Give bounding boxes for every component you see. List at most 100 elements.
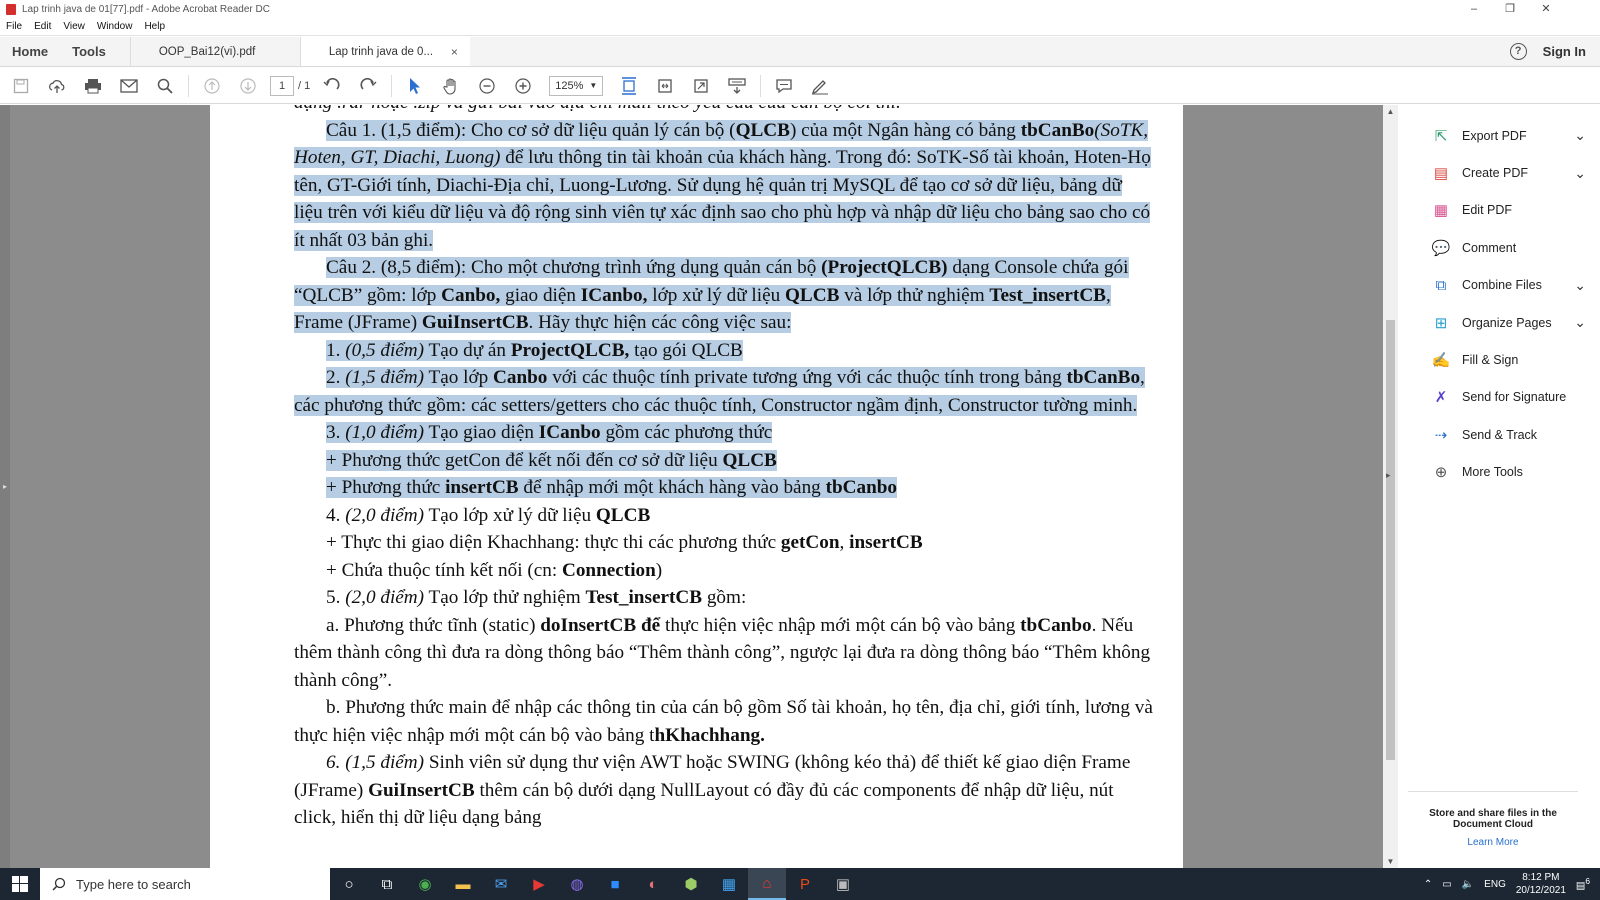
- fit-page-icon[interactable]: [616, 73, 642, 99]
- chevron-down-icon[interactable]: ⌄: [1574, 127, 1586, 144]
- zoom-out-icon[interactable]: [474, 73, 500, 99]
- chrome-icon[interactable]: ◉: [406, 868, 444, 900]
- notification-count: 6: [1585, 876, 1590, 887]
- volume-icon[interactable]: 🔈: [1462, 879, 1474, 890]
- tool-combine-files[interactable]: ⧉ Combine Files ⌄: [1398, 267, 1600, 304]
- select-cursor-icon[interactable]: [402, 73, 428, 99]
- chevron-down-icon[interactable]: ⌄: [1574, 165, 1586, 182]
- tool-create-pdf[interactable]: ▤ Create PDF ⌄: [1398, 154, 1600, 191]
- print-icon[interactable]: [80, 73, 106, 99]
- pdf-content: dạng .rar hoặc .zip và gửi bài vào địa c…: [294, 105, 1154, 832]
- messenger-icon[interactable]: ◍: [558, 868, 596, 900]
- zoom-level-select[interactable]: 125% ▼: [549, 75, 604, 96]
- upload-cloud-icon[interactable]: [44, 73, 70, 99]
- save-icon[interactable]: [8, 73, 34, 99]
- menu-view[interactable]: View: [57, 21, 91, 32]
- tab-tools[interactable]: Tools: [60, 37, 130, 66]
- powerpoint-icon[interactable]: P: [786, 868, 824, 900]
- close-window-button[interactable]: ✕: [1528, 0, 1564, 18]
- vertical-scrollbar[interactable]: ▲ ▼: [1383, 105, 1398, 868]
- app-icon[interactable]: ⬢: [672, 868, 710, 900]
- tool-organize-pages[interactable]: ⊞ Organize Pages ⌄: [1398, 304, 1600, 341]
- calendar-icon[interactable]: ▦: [710, 868, 748, 900]
- right-pane-toggle[interactable]: ▸: [1386, 470, 1391, 481]
- hand-tool-icon[interactable]: [438, 73, 464, 99]
- restore-button[interactable]: ❐: [1492, 0, 1528, 18]
- zoom-in-icon[interactable]: [510, 73, 536, 99]
- help-icon[interactable]: ?: [1509, 43, 1527, 60]
- chevron-down-icon: ▼: [589, 81, 598, 90]
- tab-document-active[interactable]: Lap trinh java de 0... ×: [299, 37, 470, 66]
- tab-document-label: Lap trinh java de 0...: [328, 45, 434, 58]
- scrollbar-thumb[interactable]: [1386, 320, 1395, 760]
- notification-icon[interactable]: ▤6: [1576, 876, 1590, 891]
- pdf-paragraph: b. Phương thức main để nhập các thông ti…: [294, 694, 1154, 749]
- minimize-button[interactable]: –: [1456, 0, 1492, 18]
- next-page-icon[interactable]: [235, 73, 261, 99]
- tab-bar: Home Tools OOP_Bai12(vi).pdf Lap trinh j…: [0, 37, 1600, 67]
- page-number-input[interactable]: 1: [270, 75, 294, 96]
- highlight-pen-icon[interactable]: [807, 73, 833, 99]
- close-tab-icon[interactable]: ×: [451, 45, 458, 59]
- clock-date: 20/12/2021: [1515, 885, 1566, 896]
- menu-help[interactable]: Help: [138, 21, 171, 32]
- tool-send-track[interactable]: ⇢ Send & Track: [1398, 416, 1600, 453]
- email-icon[interactable]: [116, 73, 142, 99]
- scroll-up-icon[interactable]: ▲: [1383, 107, 1398, 116]
- document-viewer[interactable]: ▸ dạng .rar hoặc .zip và gửi bài vào địa…: [0, 105, 1385, 868]
- pdf-paragraph: 2. (1,5 điểm) Tạo lớp Canbo với các thuộ…: [294, 364, 1154, 419]
- pdf-paragraph-text: 4. (2,0 điểm) Tạo lớp xử lý dữ liệu QLCB: [326, 504, 651, 526]
- tool-label: Send for Signature: [1462, 390, 1567, 405]
- tool-more-tools[interactable]: ⊕ More Tools: [1398, 454, 1600, 491]
- windows-start-icon[interactable]: [0, 868, 40, 900]
- full-screen-icon[interactable]: [688, 73, 714, 99]
- tool-fill-sign[interactable]: ✍ Fill & Sign: [1398, 341, 1600, 378]
- tab-document-oop[interactable]: OOP_Bai12(vi).pdf: [129, 37, 300, 66]
- pdf-paragraph: 5. (2,0 điểm) Tạo lớp thử nghiệm Test_in…: [294, 584, 1154, 612]
- tool-edit-pdf[interactable]: ▦ Edit PDF: [1398, 192, 1600, 229]
- sign-in-button[interactable]: Sign In: [1543, 44, 1586, 59]
- comment-tool-icon[interactable]: [771, 73, 797, 99]
- tool-export-pdf[interactable]: ⇱ Export PDF ⌄: [1398, 117, 1600, 154]
- tool-comment[interactable]: 💬 Comment: [1398, 229, 1600, 266]
- youtube-icon[interactable]: ▶: [520, 868, 558, 900]
- menu-file[interactable]: File: [0, 21, 28, 32]
- fit-width-icon[interactable]: [652, 73, 678, 99]
- document-cloud-text: Store and share files in the Document Cl…: [1408, 791, 1578, 830]
- file-explorer-icon[interactable]: ▬: [444, 868, 482, 900]
- app-icon[interactable]: ◐: [634, 868, 672, 900]
- scrolling-mode-icon[interactable]: [724, 73, 750, 99]
- organize-pages-icon: ⊞: [1434, 314, 1448, 332]
- chevron-up-icon[interactable]: ⌃: [1424, 879, 1432, 890]
- send-track-icon: ⇢: [1434, 426, 1448, 444]
- left-pane-toggle[interactable]: ▸: [0, 105, 10, 868]
- app-icon[interactable]: ▣: [824, 868, 862, 900]
- chevron-down-icon[interactable]: ⌄: [1574, 314, 1586, 331]
- acrobat-taskbar-icon[interactable]: ⌂: [748, 868, 786, 900]
- pdf-paragraph: 6. (1,5 điểm) Sinh viên sử dụng thư viện…: [294, 749, 1154, 832]
- export-pdf-icon: ⇱: [1434, 127, 1448, 145]
- search-icon[interactable]: [152, 73, 178, 99]
- tab-home[interactable]: Home: [0, 37, 60, 66]
- scroll-down-icon[interactable]: ▼: [1383, 857, 1398, 866]
- pdf-paragraph-text: 3. (1,0 điểm) Tạo giao diện ICanbo gồm c…: [326, 422, 773, 443]
- tool-send-for-signature[interactable]: ✗ Send for Signature: [1398, 379, 1600, 416]
- cortana-icon[interactable]: ○: [330, 868, 368, 900]
- chevron-down-icon[interactable]: ⌄: [1574, 277, 1586, 294]
- taskbar-search-box[interactable]: Type here to search: [40, 868, 330, 900]
- menu-window[interactable]: Window: [91, 21, 139, 32]
- previous-page-icon[interactable]: [199, 73, 225, 99]
- window-titlebar: Lap trinh java de 01[77].pdf - Adobe Acr…: [0, 0, 1600, 18]
- tab-document-label: OOP_Bai12(vi).pdf: [158, 45, 256, 58]
- pdf-paragraph: Câu 1. (1,5 điểm): Cho cơ sở dữ liệu quả…: [294, 117, 1154, 255]
- task-view-icon[interactable]: ⧉: [368, 868, 406, 900]
- learn-more-link[interactable]: Learn More: [1408, 837, 1578, 848]
- menu-edit[interactable]: Edit: [28, 21, 57, 32]
- language-indicator[interactable]: ENG: [1484, 879, 1506, 890]
- rotate-clockwise-icon[interactable]: [355, 73, 381, 99]
- network-icon[interactable]: ▭: [1442, 879, 1451, 890]
- rotate-counterclockwise-icon[interactable]: [319, 73, 345, 99]
- zoom-app-icon[interactable]: ■: [596, 868, 634, 900]
- clock[interactable]: 8:12 PM 20/12/2021: [1516, 871, 1566, 897]
- mail-icon[interactable]: ✉: [482, 868, 520, 900]
